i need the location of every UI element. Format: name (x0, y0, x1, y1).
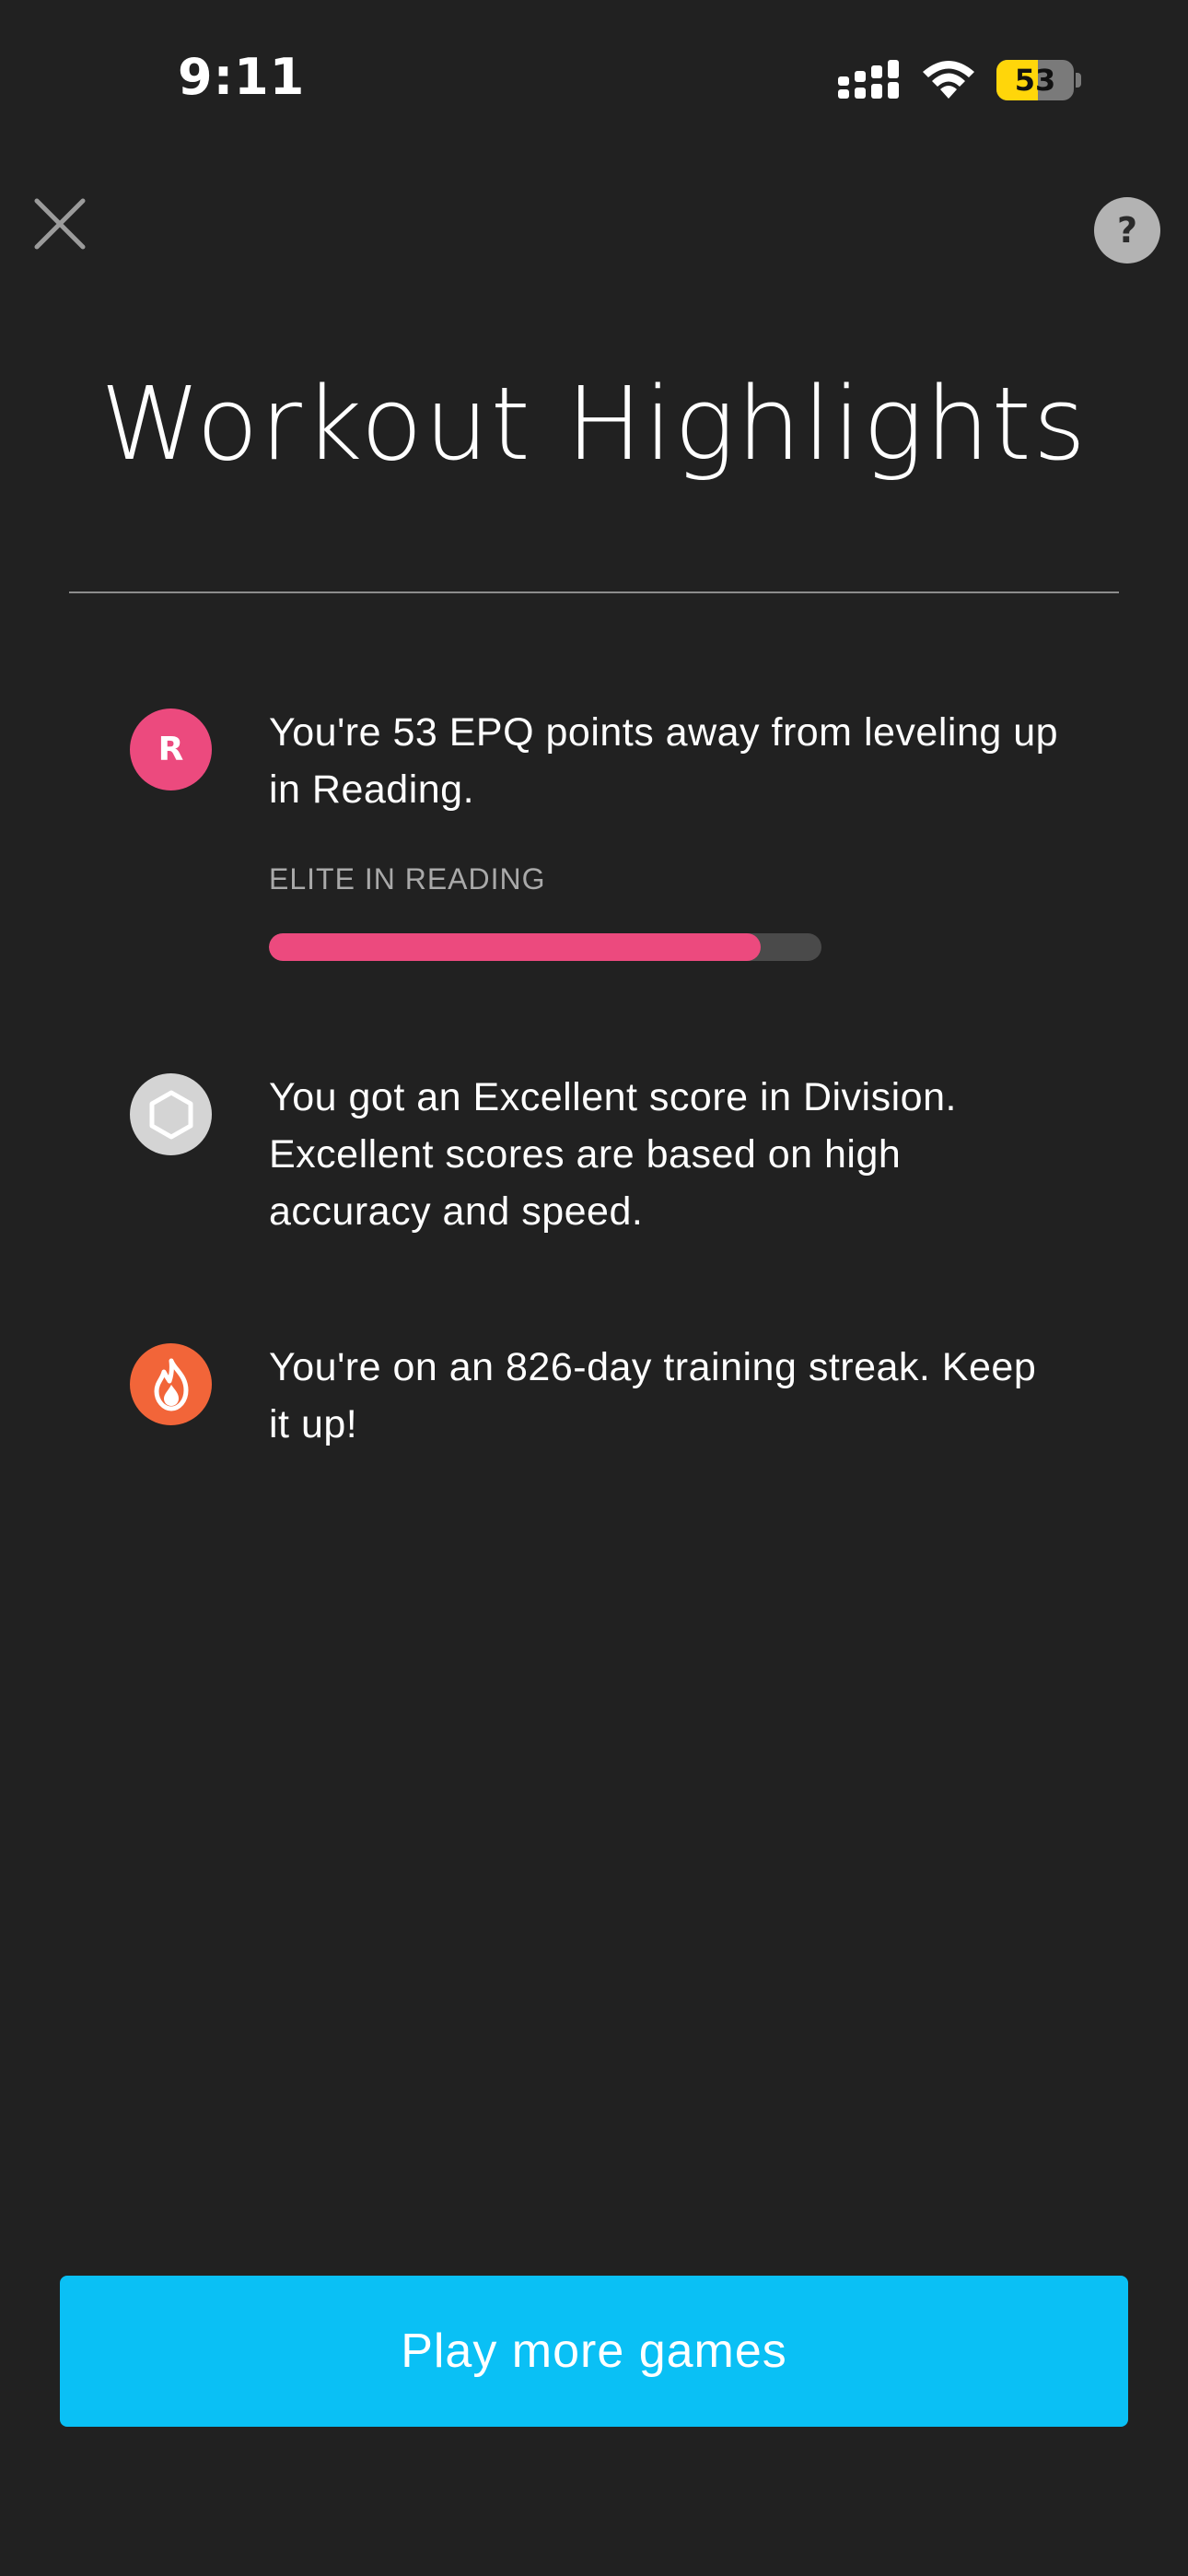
close-icon (34, 198, 86, 250)
highlight-text: You're 53 EPQ points away from leveling … (269, 710, 1059, 812)
battery-indicator: 53 (996, 60, 1074, 100)
progress-label: ELITE IN READING (269, 862, 546, 896)
close-button[interactable] (31, 195, 88, 252)
flame-icon (130, 1343, 212, 1425)
status-time: 9:11 (178, 48, 306, 106)
hexagon-shape (149, 1090, 192, 1139)
play-more-games-button[interactable]: Play more games (60, 2276, 1128, 2427)
wifi-icon (923, 61, 974, 99)
reading-badge-icon: R (130, 708, 212, 790)
battery-level: 53 (1014, 63, 1056, 98)
battery-tip (1076, 73, 1081, 88)
reading-badge-letter: R (157, 731, 184, 768)
flame-shape (154, 1358, 188, 1411)
help-button[interactable]: ? (1094, 197, 1160, 263)
page-title: Workout Highlights (99, 365, 1089, 483)
highlight-text: You got an Excellent score in Division. … (269, 1075, 957, 1234)
status-icons: 53 (838, 57, 1081, 103)
highlight-text: You're on an 826-day training streak. Ke… (269, 1345, 1037, 1446)
divider (69, 591, 1119, 593)
progress-fill (269, 933, 761, 961)
progress-bar (269, 933, 821, 961)
hexagon-icon (130, 1073, 212, 1155)
cellular-signal-icon (838, 60, 899, 99)
